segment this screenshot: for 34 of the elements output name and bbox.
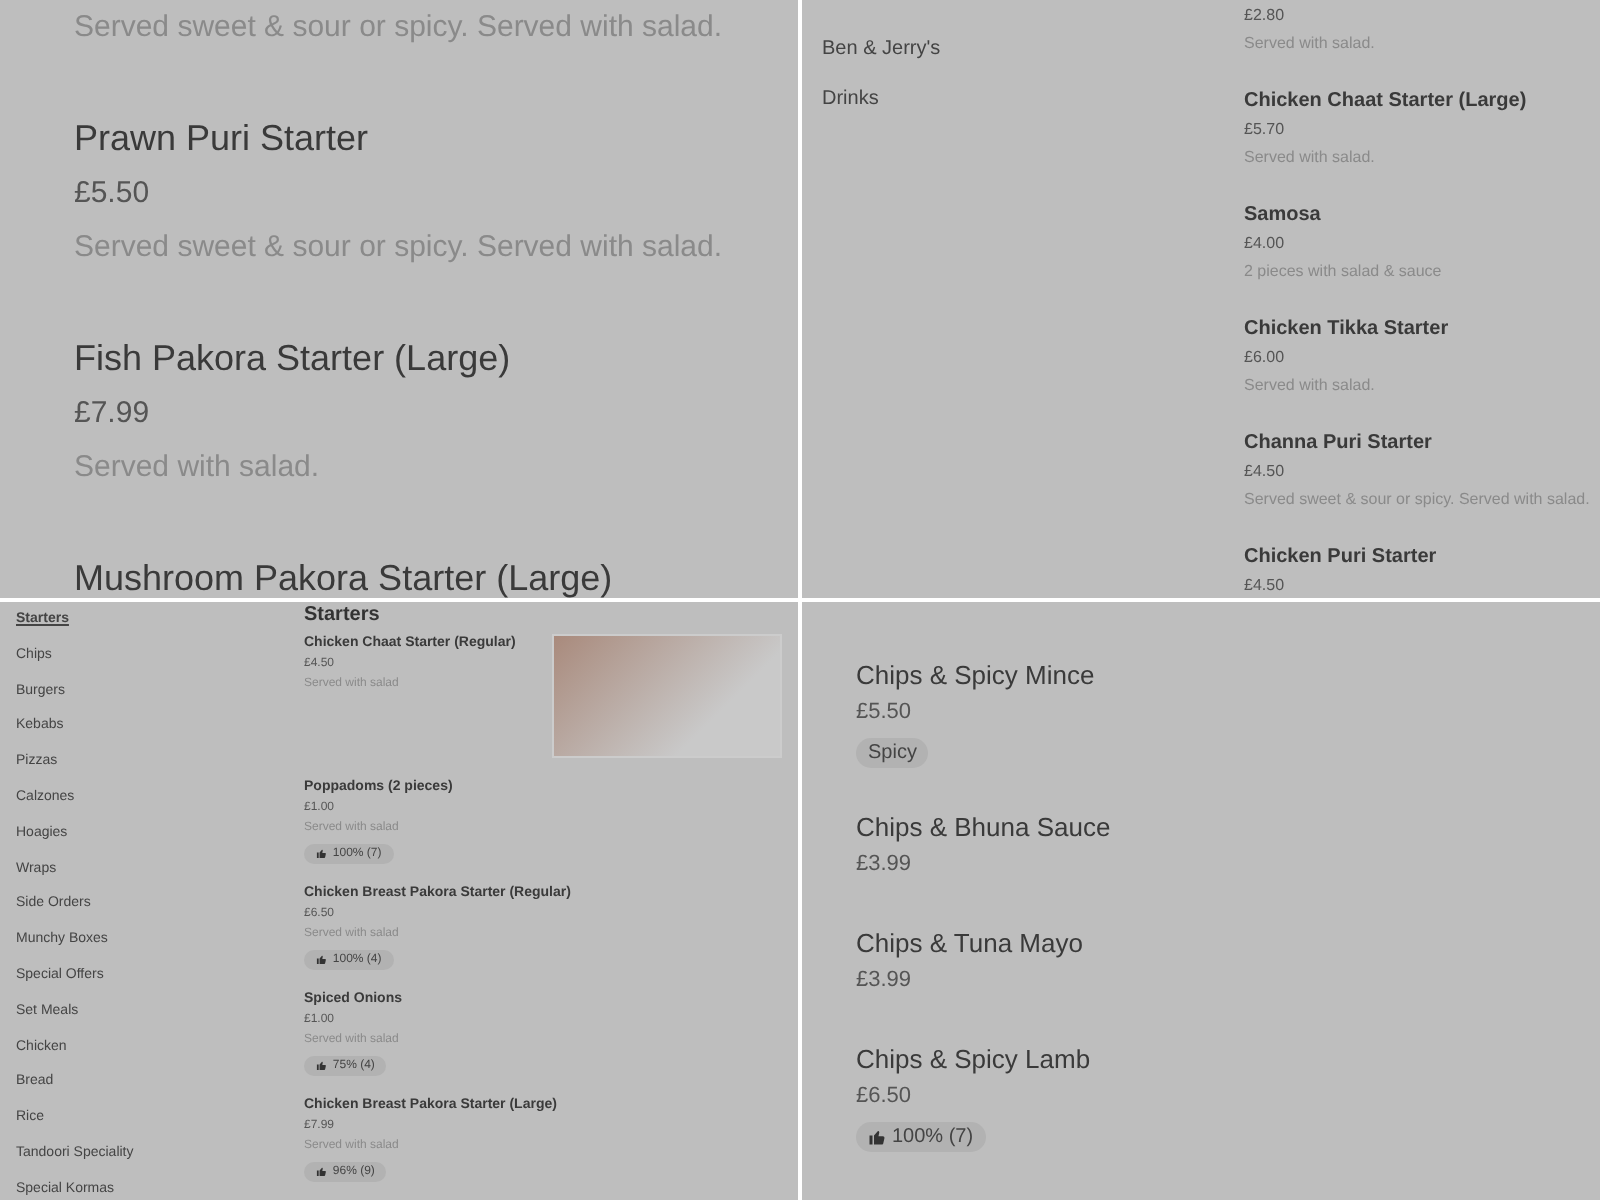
thumbs-up-icon: [316, 848, 327, 860]
item-price: £5.50: [74, 174, 152, 214]
item-price: £3.99: [856, 966, 914, 996]
category-link[interactable]: Drinks: [822, 74, 879, 124]
thumbs-up-icon: [868, 1128, 886, 1146]
item-tag: Spicy: [856, 738, 929, 768]
item-name[interactable]: Chips & Tuna Mayo: [856, 924, 1111, 962]
item-name[interactable]: Chips & Spicy Mince: [856, 656, 1111, 694]
item-price: £4.00: [1244, 232, 1287, 256]
item-name[interactable]: Prawn Puri Starter: [74, 112, 723, 166]
thumbs-up-icon: [316, 1060, 327, 1072]
category-link[interactable]: Ben & Jerry's: [822, 24, 941, 74]
thumbs-up-icon: [316, 1166, 327, 1178]
item-price: £5.50: [856, 698, 914, 728]
item-price: £4.50: [1244, 574, 1287, 598]
item-name[interactable]: Samosa: [1244, 202, 1590, 230]
item-name[interactable]: Mushroom Pakora Starter (Large): [74, 552, 723, 598]
item-name[interactable]: Fish Pakora Starter (Large): [74, 332, 723, 386]
item-price: £2.80: [1244, 4, 1287, 28]
item-name[interactable]: Chips & Bhuna Sauce: [856, 808, 1111, 846]
section-heading: Starters: [304, 602, 382, 630]
item-price: £5.70: [1244, 118, 1287, 142]
item-name[interactable]: Chicken Puri Starter: [1244, 544, 1590, 572]
item-name[interactable]: Chicken Tikka Starter: [1244, 316, 1590, 344]
rating-badge: 100% (7): [856, 1122, 986, 1152]
thumbs-up-icon: [316, 954, 327, 966]
item-price: £7.99: [74, 394, 152, 434]
item-price: £6.50: [856, 1082, 914, 1112]
item-name[interactable]: Channa Puri Starter: [1244, 430, 1590, 458]
item-name[interactable]: Chicken Chaat Starter (Large): [1244, 88, 1590, 116]
item-price: £3.99: [856, 850, 914, 880]
item-price: £6.00: [1244, 346, 1287, 370]
item-name[interactable]: Chips & Spicy Lamb: [856, 1040, 1111, 1078]
item-price: £4.50: [1244, 460, 1287, 484]
